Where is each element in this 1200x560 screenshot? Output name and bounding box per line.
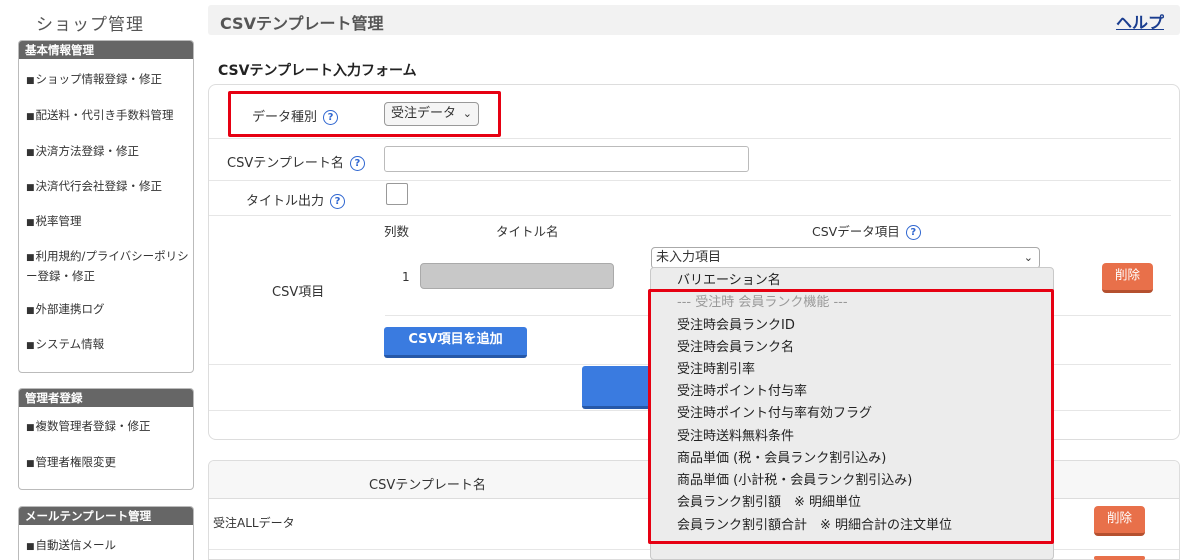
menu-item-auto-mail[interactable]: 自動送信メール <box>26 536 190 556</box>
csv-items-label: CSV項目 <box>272 285 325 300</box>
submit-button[interactable] <box>582 366 652 409</box>
csv-template-page: ショップ管理 基本情報管理 ショップ情報登録・修正 配送料・代引き手数料管理 決… <box>0 0 1200 560</box>
panel-header: メールテンプレート管理 <box>19 507 193 525</box>
chevron-down-icon: ⌄ <box>1023 251 1033 264</box>
highlight-data-type <box>228 91 501 137</box>
column-header-number: 列数 <box>384 224 410 239</box>
table-header-name: CSVテンプレート名 <box>369 478 486 493</box>
page-title: CSVテンプレート管理 <box>220 14 384 33</box>
menu-item-terms-privacy[interactable]: 利用規約/プライバシーポリシー登録・修正 <box>26 247 190 285</box>
dropdown-option[interactable]: バリエーション名 <box>677 272 781 290</box>
title-output-checkbox[interactable] <box>386 183 408 205</box>
title-name-input[interactable] <box>420 263 614 289</box>
menu-item-tax-rate[interactable]: 税率管理 <box>26 212 190 232</box>
delete-template-button[interactable] <box>1094 556 1145 560</box>
shop-title: ショップ管理 <box>36 15 144 35</box>
menu-item-shop-info[interactable]: ショップ情報登録・修正 <box>26 70 190 90</box>
column-header-csv-data: CSVデータ項目? <box>812 221 921 240</box>
row-number: 1 <box>402 270 410 284</box>
menu-item-admin-permission[interactable]: 管理者権限変更 <box>26 453 190 473</box>
template-name-input[interactable] <box>384 146 749 172</box>
menu-item-payment-agent[interactable]: 決済代行会社登録・修正 <box>26 177 190 197</box>
csv-data-select[interactable]: 未入力項目 ⌄ <box>651 247 1040 269</box>
menu-item-shipping-fee[interactable]: 配送料・代引き手数料管理 <box>26 106 190 126</box>
sidebar: ショップ管理 基本情報管理 ショップ情報登録・修正 配送料・代引き手数料管理 決… <box>0 0 200 560</box>
delete-row-button[interactable]: 削除 <box>1102 263 1153 293</box>
help-link[interactable]: ヘルプ <box>1116 9 1164 33</box>
panel-header: 基本情報管理 <box>19 41 193 59</box>
panel-mail-template: メールテンプレート管理 自動送信メール <box>18 506 194 560</box>
title-output-label: タイトル出力? <box>246 190 346 209</box>
menu-item-external-log[interactable]: 外部連携ログ <box>26 300 190 320</box>
column-header-title: タイトル名 <box>496 224 559 239</box>
help-question-icon[interactable]: ? <box>905 225 921 240</box>
row-divider <box>209 215 1171 216</box>
help-question-icon[interactable]: ? <box>330 194 346 209</box>
template-name-label: CSVテンプレート名? <box>227 152 365 171</box>
row-divider <box>209 138 1171 139</box>
highlight-member-rank-options <box>648 289 1054 544</box>
header-bar: CSVテンプレート管理 ヘルプ <box>208 5 1180 35</box>
row-divider <box>209 180 1171 181</box>
panel-basic-info: 基本情報管理 ショップ情報登録・修正 配送料・代引き手数料管理 決済方法登録・修… <box>18 40 194 373</box>
table-row-name: 受注ALLデータ <box>213 516 295 530</box>
add-csv-item-button[interactable]: CSV項目を追加 <box>384 327 527 358</box>
menu-item-system-info[interactable]: システム情報 <box>26 335 190 355</box>
menu-item-payment-method[interactable]: 決済方法登録・修正 <box>26 142 190 162</box>
panel-admin: 管理者登録 複数管理者登録・修正 管理者権限変更 <box>18 388 194 490</box>
panel-header: 管理者登録 <box>19 389 193 407</box>
delete-template-button[interactable]: 削除 <box>1094 506 1145 536</box>
menu-item-multi-admin[interactable]: 複数管理者登録・修正 <box>26 417 190 437</box>
help-question-icon[interactable]: ? <box>349 156 365 171</box>
form-heading: CSVテンプレート入力フォーム <box>218 63 417 79</box>
